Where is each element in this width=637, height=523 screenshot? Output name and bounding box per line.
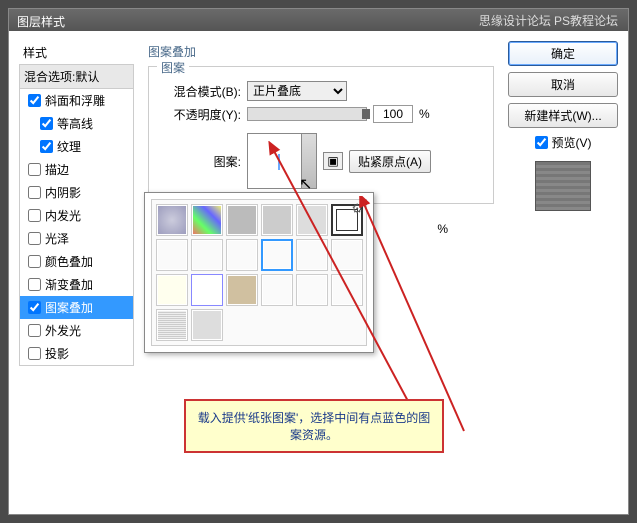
main-title: 图案叠加 — [144, 41, 498, 62]
style-item-drop-shadow[interactable]: 投影 — [20, 342, 133, 365]
blend-mode-select[interactable]: 正片叠底 — [247, 81, 347, 101]
pattern-grid — [151, 199, 367, 346]
sidebar: 样式 混合选项:默认 斜面和浮雕 等高线 纹理 描边 内阴影 内发光 光泽 颜色… — [19, 41, 134, 366]
checkbox-outer-glow[interactable] — [28, 324, 41, 337]
cursor-icon: ↖ — [299, 174, 312, 194]
preview-label: 预览(V) — [552, 134, 592, 151]
pattern-cell[interactable] — [156, 309, 188, 341]
style-item-inner-shadow[interactable]: 内阴影 — [20, 181, 133, 204]
pattern-cell[interactable] — [226, 239, 258, 271]
pattern-cell[interactable] — [191, 204, 223, 236]
style-item-inner-glow[interactable]: 内发光 — [20, 204, 133, 227]
sidebar-title: 样式 — [19, 41, 134, 64]
layer-style-dialog: 图层样式 思缘设计论坛 PS教程论坛 样式 混合选项:默认 斜面和浮雕 等高线 … — [8, 8, 629, 515]
pattern-fieldset: 图案 混合模式(B): 正片叠底 不透明度(Y): % 图案: ▣ 贴紧原点(A… — [148, 66, 494, 204]
watermark: 思缘设计论坛 PS教程论坛 — [479, 12, 618, 29]
pattern-cell[interactable] — [296, 204, 328, 236]
main-panel: 图案叠加 图案 混合模式(B): 正片叠底 不透明度(Y): % 图案: ▣ — [144, 41, 498, 366]
pattern-cell[interactable] — [156, 204, 188, 236]
opacity-input[interactable] — [373, 105, 413, 123]
pattern-new-button[interactable]: ▣ — [323, 152, 343, 170]
style-item-outer-glow[interactable]: 外发光 — [20, 319, 133, 342]
fieldset-title: 图案 — [157, 59, 189, 76]
checkbox-color-overlay[interactable] — [28, 255, 41, 268]
checkbox-gradient-overlay[interactable] — [28, 278, 41, 291]
annotation-callout: 载入提供'纸张图案'，选择中间有点蓝色的图案资源。 — [184, 399, 444, 453]
scale-percent: % — [437, 222, 448, 236]
opacity-label: 不透明度(Y): — [161, 106, 241, 123]
blend-mode-label: 混合模式(B): — [161, 83, 241, 100]
checkbox-inner-glow[interactable] — [28, 209, 41, 222]
checkbox-satin[interactable] — [28, 232, 41, 245]
pattern-cell-selected[interactable] — [261, 239, 293, 271]
titlebar[interactable]: 图层样式 思缘设计论坛 PS教程论坛 — [9, 9, 628, 31]
style-item-satin[interactable]: 光泽 — [20, 227, 133, 250]
checkbox-stroke[interactable] — [28, 163, 41, 176]
pattern-cell[interactable] — [296, 239, 328, 271]
style-item-color-overlay[interactable]: 颜色叠加 — [20, 250, 133, 273]
style-item-pattern-overlay[interactable]: 图案叠加 — [20, 296, 133, 319]
preview-swatch — [535, 161, 591, 211]
ok-button[interactable]: 确定 — [508, 41, 618, 66]
pattern-cell[interactable] — [331, 274, 363, 306]
pattern-cell[interactable] — [191, 274, 223, 306]
cancel-button[interactable]: 取消 — [508, 72, 618, 97]
pattern-cell[interactable] — [331, 239, 363, 271]
window-title: 图层样式 — [17, 15, 65, 29]
style-item-texture[interactable]: 纹理 — [20, 135, 133, 158]
checkbox-contour[interactable] — [40, 117, 53, 130]
checkbox-inner-shadow[interactable] — [28, 186, 41, 199]
checkbox-pattern-overlay[interactable] — [28, 301, 41, 314]
pattern-cell[interactable] — [296, 274, 328, 306]
percent-label: % — [419, 107, 430, 121]
snap-origin-button[interactable]: 贴紧原点(A) — [349, 150, 431, 173]
pattern-cell[interactable] — [226, 204, 258, 236]
gear-icon[interactable]: ⚙ — [351, 201, 363, 217]
checkbox-bevel[interactable] — [28, 94, 41, 107]
pattern-picker-popup: ⚙ — [144, 192, 374, 353]
slider-handle-icon[interactable] — [362, 109, 370, 119]
pattern-cell[interactable] — [191, 309, 223, 341]
opacity-slider[interactable] — [247, 107, 367, 121]
dialog-content: 样式 混合选项:默认 斜面和浮雕 等高线 纹理 描边 内阴影 内发光 光泽 颜色… — [9, 31, 628, 376]
pattern-cell[interactable] — [191, 239, 223, 271]
style-item-gradient-overlay[interactable]: 渐变叠加 — [20, 273, 133, 296]
new-style-button[interactable]: 新建样式(W)... — [508, 103, 618, 128]
right-panel: 确定 取消 新建样式(W)... 预览(V) — [508, 41, 618, 366]
style-item-stroke[interactable]: 描边 — [20, 158, 133, 181]
preview-check[interactable]: 预览(V) — [535, 134, 592, 151]
checkbox-drop-shadow[interactable] — [28, 347, 41, 360]
checkbox-texture[interactable] — [40, 140, 53, 153]
preview-checkbox[interactable] — [535, 136, 548, 149]
style-list: 斜面和浮雕 等高线 纹理 描边 内阴影 内发光 光泽 颜色叠加 渐变叠加 图案叠… — [19, 89, 134, 366]
pattern-cell[interactable] — [261, 274, 293, 306]
blend-options-header[interactable]: 混合选项:默认 — [19, 64, 134, 89]
pattern-cell[interactable] — [261, 204, 293, 236]
pattern-cell[interactable] — [226, 274, 258, 306]
style-item-contour[interactable]: 等高线 — [20, 112, 133, 135]
style-item-bevel[interactable]: 斜面和浮雕 — [20, 89, 133, 112]
pattern-cell[interactable] — [156, 274, 188, 306]
pattern-label: 图案: — [161, 153, 241, 170]
pattern-cell[interactable] — [156, 239, 188, 271]
